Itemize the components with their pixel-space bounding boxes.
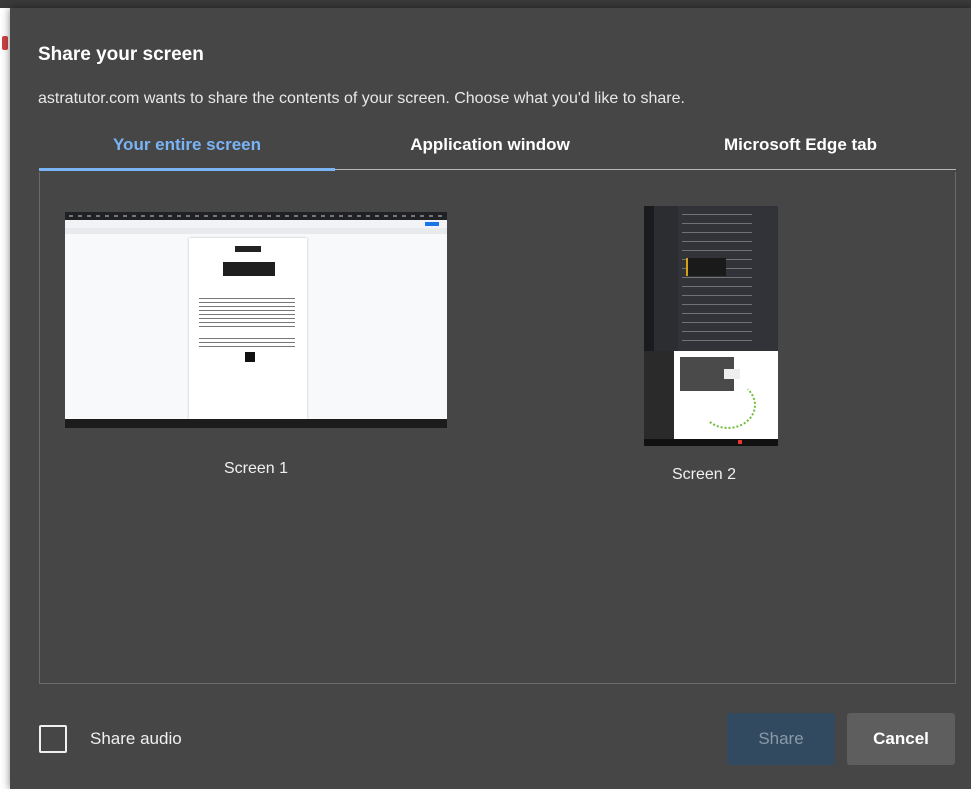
share-button[interactable]: Share (727, 713, 835, 765)
screen-1-thumbnail (65, 212, 447, 428)
screen-1-option[interactable]: Screen 1 (60, 202, 452, 482)
share-screen-dialog: Share your screen astratutor.com wants t… (10, 8, 971, 789)
screen-2-thumbnail (644, 206, 778, 446)
thumb-document-page (65, 220, 447, 419)
browser-top-strip (0, 0, 971, 8)
thumb-browser-tabbar (65, 212, 447, 220)
thumb-taskbar (65, 419, 447, 428)
screen-2-label: Screen 2 (671, 466, 737, 483)
source-tabs: Your entire screen Application window Mi… (39, 128, 956, 172)
active-tab-indicator (39, 168, 335, 171)
browser-left-edge (0, 8, 10, 789)
tab-divider (335, 169, 956, 170)
browser-edge-mark (2, 36, 8, 50)
dialog-title: Share your screen (38, 44, 204, 65)
share-audio-checkbox[interactable] (39, 725, 67, 753)
source-list-panel: Screen 1 Screen 2 (39, 172, 956, 684)
tab-application-window[interactable]: Application window (335, 128, 645, 172)
dialog-description: astratutor.com wants to share the conten… (38, 90, 685, 107)
screen-1-label: Screen 1 (223, 460, 289, 477)
tab-entire-screen[interactable]: Your entire screen (39, 128, 335, 172)
cancel-button[interactable]: Cancel (847, 713, 955, 765)
screen-2-option[interactable]: Screen 2 (600, 202, 808, 483)
tab-edge-tab[interactable]: Microsoft Edge tab (645, 128, 956, 172)
share-audio-label: Share audio (90, 729, 182, 748)
